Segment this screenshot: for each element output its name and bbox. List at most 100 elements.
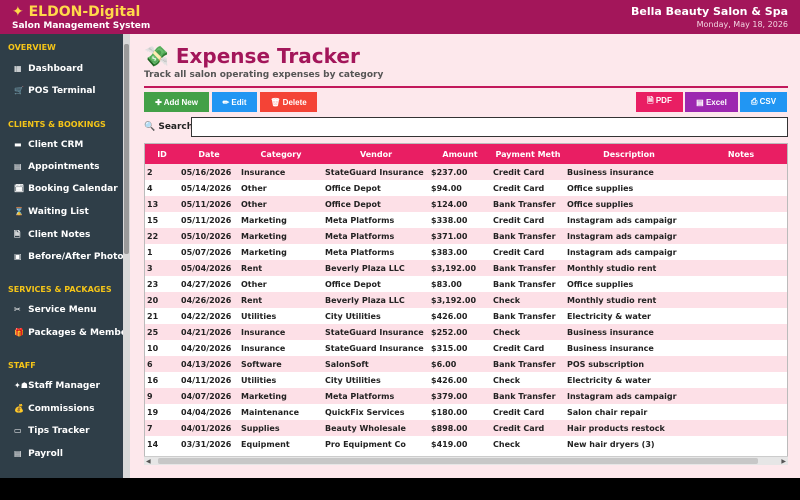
- table-row[interactable]: 25 04/21/2026 Insurance StateGuard Insuranc…: [145, 324, 787, 340]
- table-row[interactable]: 14 03/31/2026 Equipment Pro Equipment Co $41…: [145, 436, 787, 452]
- scroll-left-icon[interactable]: ◀: [146, 457, 151, 466]
- table-row[interactable]: 4 05/14/2026 Other Office Depot $94.00 Credit…: [145, 180, 787, 196]
- table-row[interactable]: 9 04/07/2026 Marketing Meta Platforms $379.0…: [145, 388, 787, 404]
- table-cell: [693, 180, 787, 196]
- table-cell: Monthly studio rent: [567, 295, 657, 305]
- column-header[interactable]: Vendor: [323, 144, 429, 164]
- sidebar-item-label: Waiting List: [28, 207, 89, 217]
- table-cell: Instagram ads campaigr: [567, 391, 677, 401]
- table-cell: Salon chair repair: [567, 407, 648, 417]
- table-cell: [693, 340, 787, 356]
- table-cell: Marketing: [241, 247, 287, 257]
- sidebar-item-commissions[interactable]: 💰 Commissions: [14, 404, 95, 414]
- horizontal-scrollbar-thumb[interactable]: [158, 458, 758, 464]
- sidebar-item-dashboard[interactable]: ▦ Dashboard: [14, 64, 83, 74]
- table-cell: 05/11/2026: [181, 215, 232, 225]
- table-cell: 05/04/2026: [181, 263, 232, 273]
- column-header[interactable]: Amount: [429, 144, 491, 164]
- horizontal-scrollbar[interactable]: ◀ ▶: [144, 456, 788, 465]
- column-header[interactable]: Date: [179, 144, 239, 164]
- table-cell: POS subscription: [567, 359, 645, 369]
- sidebar: OVERVIEW ▦ Dashboard 🛒 POS Terminal CLIE…: [0, 34, 130, 478]
- table-row[interactable]: 16 04/11/2026 Utilities City Utilities $426.…: [145, 372, 787, 388]
- sidebar-item-label: POS Terminal: [28, 86, 96, 96]
- table-row[interactable]: 2 05/16/2026 Insurance StateGuard Insurance…: [145, 164, 787, 180]
- sidebar-section-services: SERVICES & PACKAGES: [8, 285, 112, 294]
- table-cell: SalonSoft: [325, 359, 369, 369]
- sidebar-item-packages[interactable]: 🎁 Packages & Membersh: [14, 328, 130, 338]
- export-pdf-button[interactable]: 🗎 PDF: [636, 92, 683, 112]
- table-row[interactable]: 3 05/04/2026 Rent Beverly Plaza LLC $3,192.0…: [145, 260, 787, 276]
- sidebar-item-appointments[interactable]: ▤ Appointments: [14, 162, 100, 172]
- table-cell: Bank Transfer: [493, 391, 556, 401]
- sidebar-item-pos-terminal[interactable]: 🛒 POS Terminal: [14, 86, 96, 96]
- table-row[interactable]: 7 04/01/2026 Supplies Beauty Wholesale $898.…: [145, 420, 787, 436]
- column-header[interactable]: Notes: [693, 144, 787, 164]
- column-header[interactable]: ID: [145, 144, 179, 164]
- scroll-right-icon[interactable]: ▶: [781, 457, 786, 466]
- table-cell: 05/07/2026: [181, 247, 232, 257]
- table-cell: [693, 164, 787, 180]
- column-header[interactable]: Description: [565, 144, 693, 164]
- table-cell: $379.00: [431, 391, 468, 401]
- table-cell: 25: [147, 327, 159, 337]
- table-cell: Business insurance: [567, 343, 654, 353]
- sidebar-item-service-menu[interactable]: ✂ Service Menu: [14, 305, 97, 315]
- sidebar-item-payroll[interactable]: ▤ Payroll: [14, 449, 63, 459]
- table-cell: [693, 228, 787, 244]
- table-row[interactable]: 10 04/20/2026 Insurance StateGuard Insuranc…: [145, 340, 787, 356]
- column-header[interactable]: Category: [239, 144, 323, 164]
- table-cell: $83.00: [431, 279, 462, 289]
- table-cell: 03/31/2026: [181, 439, 232, 449]
- sidebar-item-label: Tips Tracker: [28, 426, 90, 436]
- export-excel-button[interactable]: ▤ Excel: [685, 92, 738, 112]
- column-header[interactable]: Payment Meth: [491, 144, 565, 164]
- table-cell: Meta Platforms: [325, 215, 395, 225]
- table-cell: 04/22/2026: [181, 311, 232, 321]
- table-cell: Insurance: [241, 167, 286, 177]
- table-cell: Marketing: [241, 391, 287, 401]
- add-new-button[interactable]: ✚ Add New: [144, 92, 209, 112]
- table-cell: $6.00: [431, 359, 457, 369]
- sidebar-item-client-notes[interactable]: 🗎 Client Notes: [14, 229, 90, 243]
- table-row[interactable]: 15 05/11/2026 Marketing Meta Platforms $338.…: [145, 212, 787, 228]
- table-cell: [693, 196, 787, 212]
- sidebar-item-waiting-list[interactable]: ⌛ Waiting List: [14, 207, 89, 217]
- table-cell: Beverly Plaza LLC: [325, 263, 405, 273]
- table-row[interactable]: 19 04/04/2026 Maintenance QuickFix Services…: [145, 404, 787, 420]
- table-cell: [693, 324, 787, 340]
- table-row[interactable]: 20 04/26/2026 Rent Beverly Plaza LLC $3,192.…: [145, 292, 787, 308]
- table-cell: [693, 372, 787, 388]
- table-cell: Marketing: [241, 215, 287, 225]
- table-cell: Equipment: [241, 439, 290, 449]
- sidebar-item-label: Booking Calendar: [28, 184, 118, 194]
- table-cell: Credit Card: [493, 423, 545, 433]
- table-row[interactable]: 13 05/11/2026 Other Office Depot $124.00 Bank…: [145, 196, 787, 212]
- table-cell: 22: [147, 231, 159, 241]
- table-row[interactable]: 22 05/10/2026 Marketing Meta Platforms $371.…: [145, 228, 787, 244]
- table-cell: 6: [147, 359, 153, 369]
- search-input[interactable]: [191, 117, 788, 137]
- table-row[interactable]: 23 04/27/2026 Other Office Depot $83.00 Bank …: [145, 276, 787, 292]
- table-cell: Other: [241, 183, 267, 193]
- brand-logo: ✦ ELDON-Digital: [12, 4, 141, 20]
- delete-button[interactable]: 🗑 Delete: [260, 92, 317, 112]
- sidebar-scrollbar-thumb[interactable]: [124, 44, 129, 254]
- sidebar-item-before-after[interactable]: ▣ Before/After Photos: [14, 252, 129, 262]
- sidebar-item-staff-manager[interactable]: ✦☗ Staff Manager: [14, 381, 100, 391]
- table-cell: 7: [147, 423, 153, 433]
- table-cell: 15: [147, 215, 159, 225]
- table-row[interactable]: 21 04/22/2026 Utilities City Utilities $426.…: [145, 308, 787, 324]
- table-row[interactable]: 6 04/13/2026 Software SalonSoft $6.00 Bank Tr…: [145, 356, 787, 372]
- table-cell: Beauty Wholesale: [325, 423, 406, 433]
- sidebar-item-label: Payroll: [28, 449, 63, 459]
- sidebar-item-booking-calendar[interactable]: 🗓 Booking Calendar: [14, 184, 118, 194]
- sidebar-item-tips-tracker[interactable]: ▭ Tips Tracker: [14, 426, 90, 436]
- sidebar-item-client-crm[interactable]: ▬ Client CRM: [14, 140, 83, 150]
- table-header-row: ID Date Category Vendor Amount Payment M…: [145, 144, 787, 164]
- edit-button[interactable]: ✏ Edit: [212, 92, 257, 112]
- table-row[interactable]: 1 05/07/2026 Marketing Meta Platforms $383.0…: [145, 244, 787, 260]
- hourglass-icon: ⌛: [14, 207, 24, 216]
- table-cell: 04/27/2026: [181, 279, 232, 289]
- export-csv-button[interactable]: ⎙ CSV: [740, 92, 787, 112]
